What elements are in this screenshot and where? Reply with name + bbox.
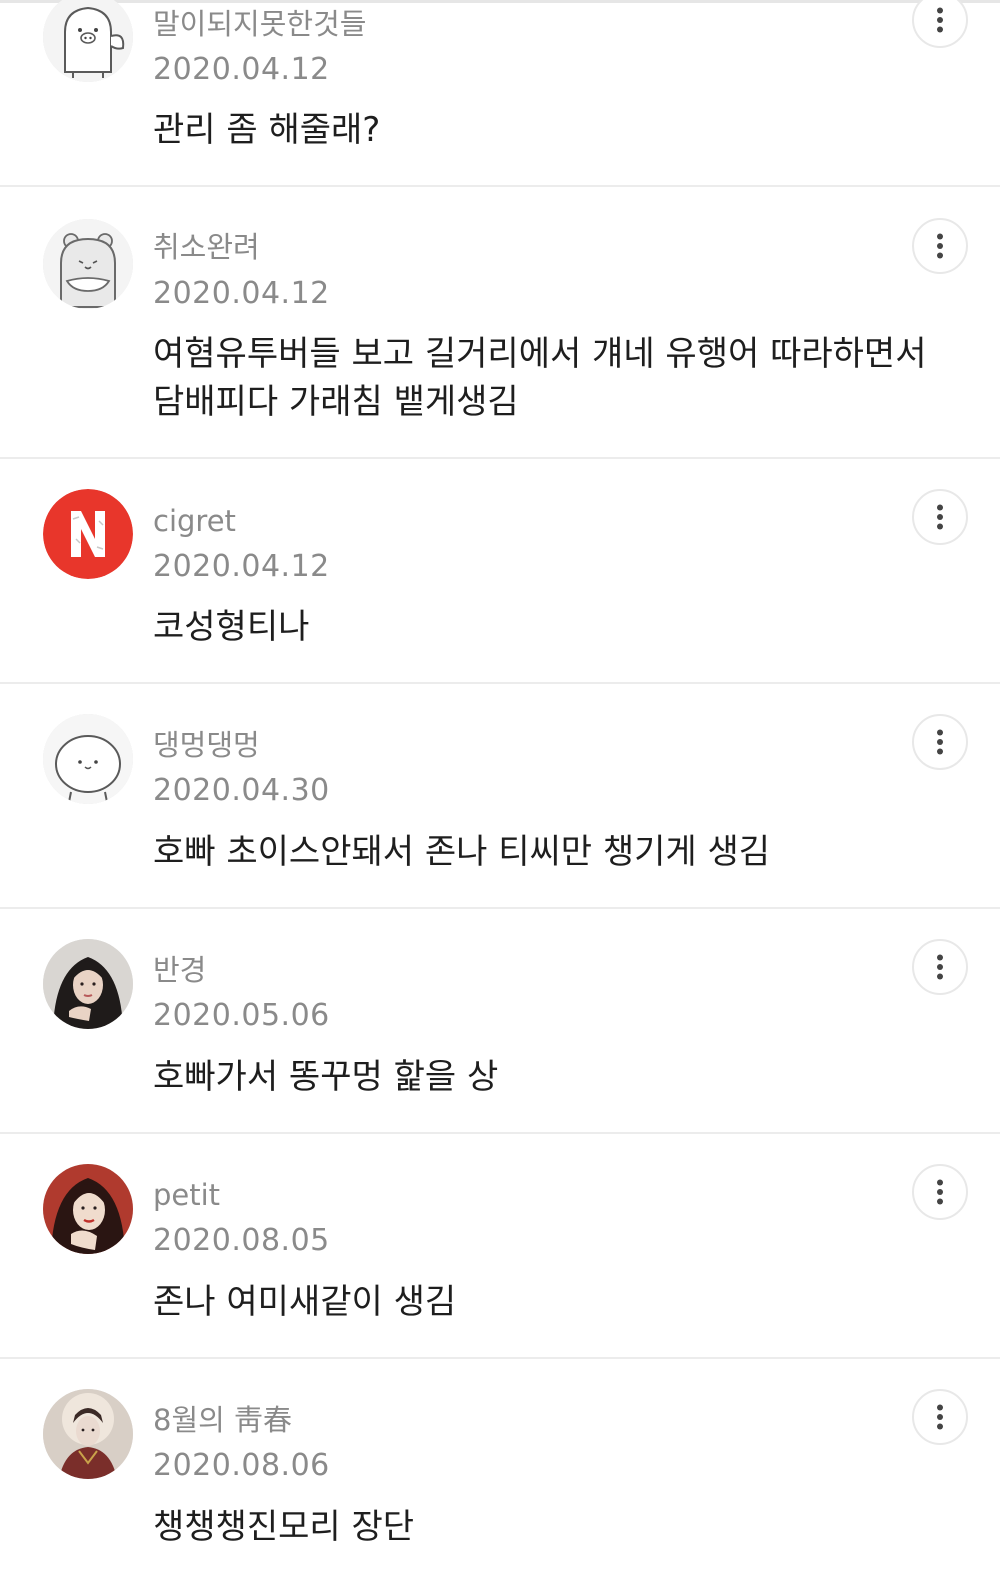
comment-item: petit 2020.08.05 존나 여미새같이 생김 — [0, 1134, 1000, 1359]
avatar-portrait-photo-icon[interactable] — [43, 939, 133, 1029]
comment-text: 관리 좀 해줄래? — [153, 110, 381, 150]
vertical-ellipsis-icon — [937, 1179, 943, 1205]
comment-text: 존나 여미새같이 생김 — [153, 1282, 457, 1322]
comment-item: 8월의 靑春 2020.08.06 챙챙챙진모리 장단 — [0, 1359, 1000, 1573]
avatar-pig-character-icon[interactable] — [43, 0, 133, 82]
comment-date: 2020.08.06 — [153, 1448, 330, 1483]
comment-date: 2020.08.05 — [153, 1223, 330, 1258]
comment-username[interactable]: petit — [153, 1175, 220, 1215]
comment-username[interactable]: 취소완려 — [153, 227, 260, 267]
avatar-red-n-logo-icon[interactable] — [43, 489, 133, 579]
comment-date: 2020.04.12 — [153, 549, 330, 584]
comment-text: 코성형티나 — [153, 607, 310, 647]
comment-item: 댕멍댕멍 2020.04.30 호빠 초이스안돼서 존나 티씨만 챙기게 생김 — [0, 684, 1000, 909]
vertical-ellipsis-icon — [937, 7, 943, 33]
avatar-portrait-photo-icon[interactable] — [43, 1389, 133, 1479]
vertical-ellipsis-icon — [937, 729, 943, 755]
comment-item: cigret 2020.04.12 코성형티나 — [0, 459, 1000, 684]
comment-text: 여혐유투버들 보고 길거리에서 걔네 유행어 따라하면서 담배피다 가래침 뱉게… — [153, 334, 927, 422]
comment-item: 취소완려 2020.04.12 여혐유투버들 보고 길거리에서 걔네 유행어 따… — [0, 187, 1000, 459]
vertical-ellipsis-icon — [937, 504, 943, 530]
more-options-button[interactable] — [912, 1164, 968, 1220]
comment-username[interactable]: 8월의 靑春 — [153, 1400, 292, 1440]
comment-username[interactable]: 말이되지못한것들 — [153, 4, 366, 44]
more-options-button[interactable] — [912, 218, 968, 274]
avatar-round-face-character-icon[interactable] — [43, 714, 133, 804]
more-options-button[interactable] — [912, 1389, 968, 1445]
more-options-button[interactable] — [912, 489, 968, 545]
avatar-bear-character-icon[interactable] — [43, 219, 133, 309]
more-options-button[interactable] — [912, 0, 968, 48]
comment-item: 말이되지못한것들 2020.04.12 관리 좀 해줄래? — [0, 0, 1000, 187]
comment-text: 챙챙챙진모리 장단 — [153, 1507, 415, 1547]
vertical-ellipsis-icon — [937, 954, 943, 980]
vertical-ellipsis-icon — [937, 1404, 943, 1430]
comment-username[interactable]: 댕멍댕멍 — [153, 725, 260, 765]
comment-text: 호빠 초이스안돼서 존나 티씨만 챙기게 생김 — [153, 832, 771, 872]
vertical-ellipsis-icon — [937, 233, 943, 259]
comment-date: 2020.04.30 — [153, 773, 330, 808]
comment-date: 2020.04.12 — [153, 52, 330, 87]
comment-text: 호빠가서 똥꾸멍 핥을 상 — [153, 1057, 499, 1097]
comment-date: 2020.04.12 — [153, 276, 330, 311]
comment-username[interactable]: cigret — [153, 501, 236, 541]
avatar-portrait-photo-icon[interactable] — [43, 1164, 133, 1254]
comment-username[interactable]: 반경 — [153, 950, 206, 990]
more-options-button[interactable] — [912, 939, 968, 995]
comment-item: 반경 2020.05.06 호빠가서 똥꾸멍 핥을 상 — [0, 909, 1000, 1134]
comment-date: 2020.05.06 — [153, 998, 330, 1033]
more-options-button[interactable] — [912, 714, 968, 770]
